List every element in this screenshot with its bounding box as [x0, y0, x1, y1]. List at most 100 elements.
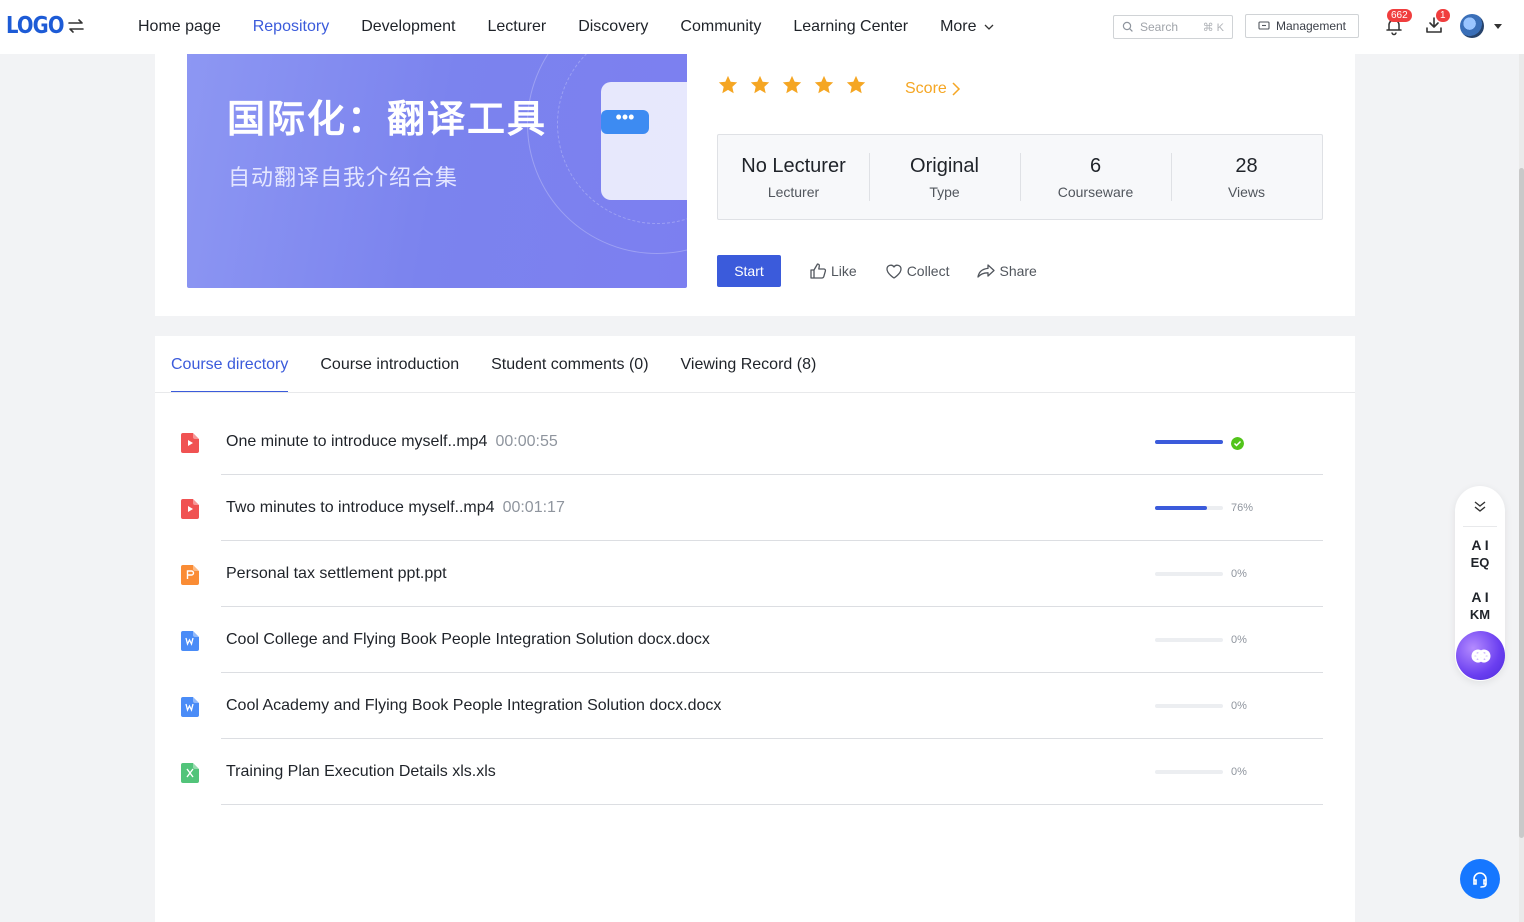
customer-support-button[interactable] — [1460, 859, 1500, 899]
file-name-text: Training Plan Execution Details xls.xls — [226, 763, 496, 780]
courseware-row[interactable]: One minute to introduce myself..mp4 00:00… — [155, 409, 1355, 475]
file-duration: 00:00:55 — [495, 433, 558, 450]
file-name[interactable]: Two minutes to introduce myself..mp4 00:0… — [226, 499, 565, 517]
collect-button[interactable]: Collect — [884, 261, 949, 281]
tabs-divider — [155, 392, 1355, 393]
progress-percent: 0% — [1231, 766, 1247, 778]
stat-views: 28 Views — [1171, 135, 1322, 219]
file-name[interactable]: Cool Academy and Flying Book People Inte… — [226, 697, 729, 715]
star-icon — [846, 75, 866, 94]
tab-student-comments[interactable]: Student comments (0) — [491, 336, 648, 393]
stat-value: Original — [910, 154, 979, 177]
top-nav: LOGO Home page Repository Development Le… — [0, 0, 1524, 54]
progress-percent: 0% — [1231, 634, 1247, 646]
doc-file-icon — [181, 631, 199, 651]
progress-bar — [1155, 638, 1223, 642]
courseware-row[interactable]: Cool Academy and Flying Book People Inte… — [155, 673, 1355, 739]
video-file-icon — [181, 433, 199, 453]
course-actions: Start Like Collect Share — [717, 255, 1037, 287]
score-link[interactable]: Score — [905, 80, 961, 98]
share-label: Share — [999, 263, 1037, 279]
stat-value: 6 — [1089, 154, 1102, 177]
file-name-text: One minute to introduce myself..mp4 — [226, 433, 488, 450]
cover-title: 国际化：翻译工具 — [227, 97, 548, 141]
divider — [1463, 526, 1497, 527]
rating-stars — [717, 74, 867, 96]
file-name-text: Cool Academy and Flying Book People Inte… — [226, 697, 722, 714]
chevron-right-icon — [952, 82, 960, 96]
video-file-icon — [181, 499, 199, 519]
headset-icon — [1473, 872, 1487, 888]
heart-icon — [886, 264, 902, 279]
file-name-text: Cool College and Flying Book People Inte… — [226, 631, 710, 648]
chevron-down-icon — [984, 24, 993, 30]
search-input[interactable]: Search ⌘ K — [1113, 15, 1233, 39]
share-button[interactable]: Share — [976, 261, 1037, 281]
avatar[interactable] — [1460, 14, 1484, 38]
nav-learning-center[interactable]: Learning Center — [793, 18, 908, 36]
file-name[interactable]: Personal tax settlement ppt.ppt — [226, 565, 455, 583]
file-name-text: Personal tax settlement ppt.ppt — [226, 565, 447, 582]
management-label: Management — [1275, 19, 1347, 33]
tab-course-introduction[interactable]: Course introduction — [320, 336, 459, 393]
start-button[interactable]: Start — [717, 255, 781, 287]
score-label: Score — [905, 80, 947, 97]
monitor-icon — [1258, 21, 1270, 30]
stat-courseware: 6 Courseware — [1020, 135, 1171, 219]
thumbs-up-icon — [810, 263, 827, 279]
file-name[interactable]: Training Plan Execution Details xls.xls — [226, 763, 504, 781]
doc-file-icon — [181, 697, 199, 717]
course-tabs: Course directory Course introduction Stu… — [171, 336, 848, 393]
notification-badge: 662 — [1387, 9, 1412, 22]
tab-viewing-record[interactable]: Viewing Record (8) — [681, 336, 817, 393]
main-menu: Home page Repository Development Lecture… — [138, 0, 995, 54]
ppt-file-icon — [181, 565, 199, 585]
progress-percent: 0% — [1231, 700, 1247, 712]
ai-eq-button[interactable]: A I EQ — [1455, 536, 1505, 572]
avatar-caret-icon[interactable] — [1494, 24, 1502, 29]
star-icon — [782, 75, 802, 94]
ai-km-label-bottom: KM — [1469, 607, 1491, 622]
stat-label: Courseware — [1057, 183, 1134, 200]
ai-km-button[interactable]: A I KM — [1455, 588, 1505, 624]
search-placeholder: Search — [1140, 20, 1179, 34]
progress-bar — [1155, 440, 1223, 444]
stat-type: Original Type — [869, 135, 1020, 219]
file-name[interactable]: Cool College and Flying Book People Inte… — [226, 631, 718, 649]
nav-lecturer[interactable]: Lecturer — [487, 18, 546, 36]
file-name[interactable]: One minute to introduce myself..mp4 00:00… — [226, 433, 558, 451]
course-cover: ••• 国际化：翻译工具 自动翻译自我介绍合集 — [187, 54, 687, 288]
nav-community[interactable]: Community — [680, 18, 761, 36]
ai-km-label-top: A I — [1471, 589, 1489, 605]
stat-value: No Lecturer — [741, 154, 846, 177]
courseware-row[interactable]: Personal tax settlement ppt.ppt 0% — [155, 541, 1355, 607]
management-button[interactable]: Management — [1245, 14, 1359, 38]
check-circle-icon — [1231, 437, 1244, 450]
nav-repository[interactable]: Repository — [253, 18, 329, 36]
swap-icon[interactable] — [66, 16, 86, 36]
courseware-row[interactable]: Two minutes to introduce myself..mp4 00:0… — [155, 475, 1355, 541]
scrollbar-thumb[interactable] — [1519, 168, 1524, 838]
tab-course-directory[interactable]: Course directory — [171, 336, 289, 393]
nav-development[interactable]: Development — [361, 18, 455, 36]
like-button[interactable]: Like — [808, 261, 857, 281]
nav-more-label: More — [940, 18, 977, 35]
ai-assistant-button[interactable] — [1456, 631, 1505, 680]
stat-label: Type — [929, 183, 960, 200]
courseware-row[interactable]: Cool College and Flying Book People Inte… — [155, 607, 1355, 673]
progress-fill — [1155, 506, 1207, 510]
nav-more[interactable]: More — [940, 18, 994, 36]
logo[interactable]: LOGO — [6, 13, 65, 39]
collapse-icon[interactable] — [1473, 500, 1487, 514]
courseware-row[interactable]: Training Plan Execution Details xls.xls 0… — [155, 739, 1355, 805]
like-label: Like — [831, 263, 857, 279]
search-shortcut: ⌘ K — [1202, 21, 1224, 34]
progress-bar — [1155, 572, 1223, 576]
chat-bubble-icon: ••• — [601, 108, 649, 134]
nav-discovery[interactable]: Discovery — [578, 18, 648, 36]
progress-bar — [1155, 770, 1223, 774]
search-icon — [1122, 21, 1133, 32]
progress-fill — [1155, 440, 1223, 444]
star-icon — [814, 75, 834, 94]
nav-home[interactable]: Home page — [138, 18, 221, 36]
